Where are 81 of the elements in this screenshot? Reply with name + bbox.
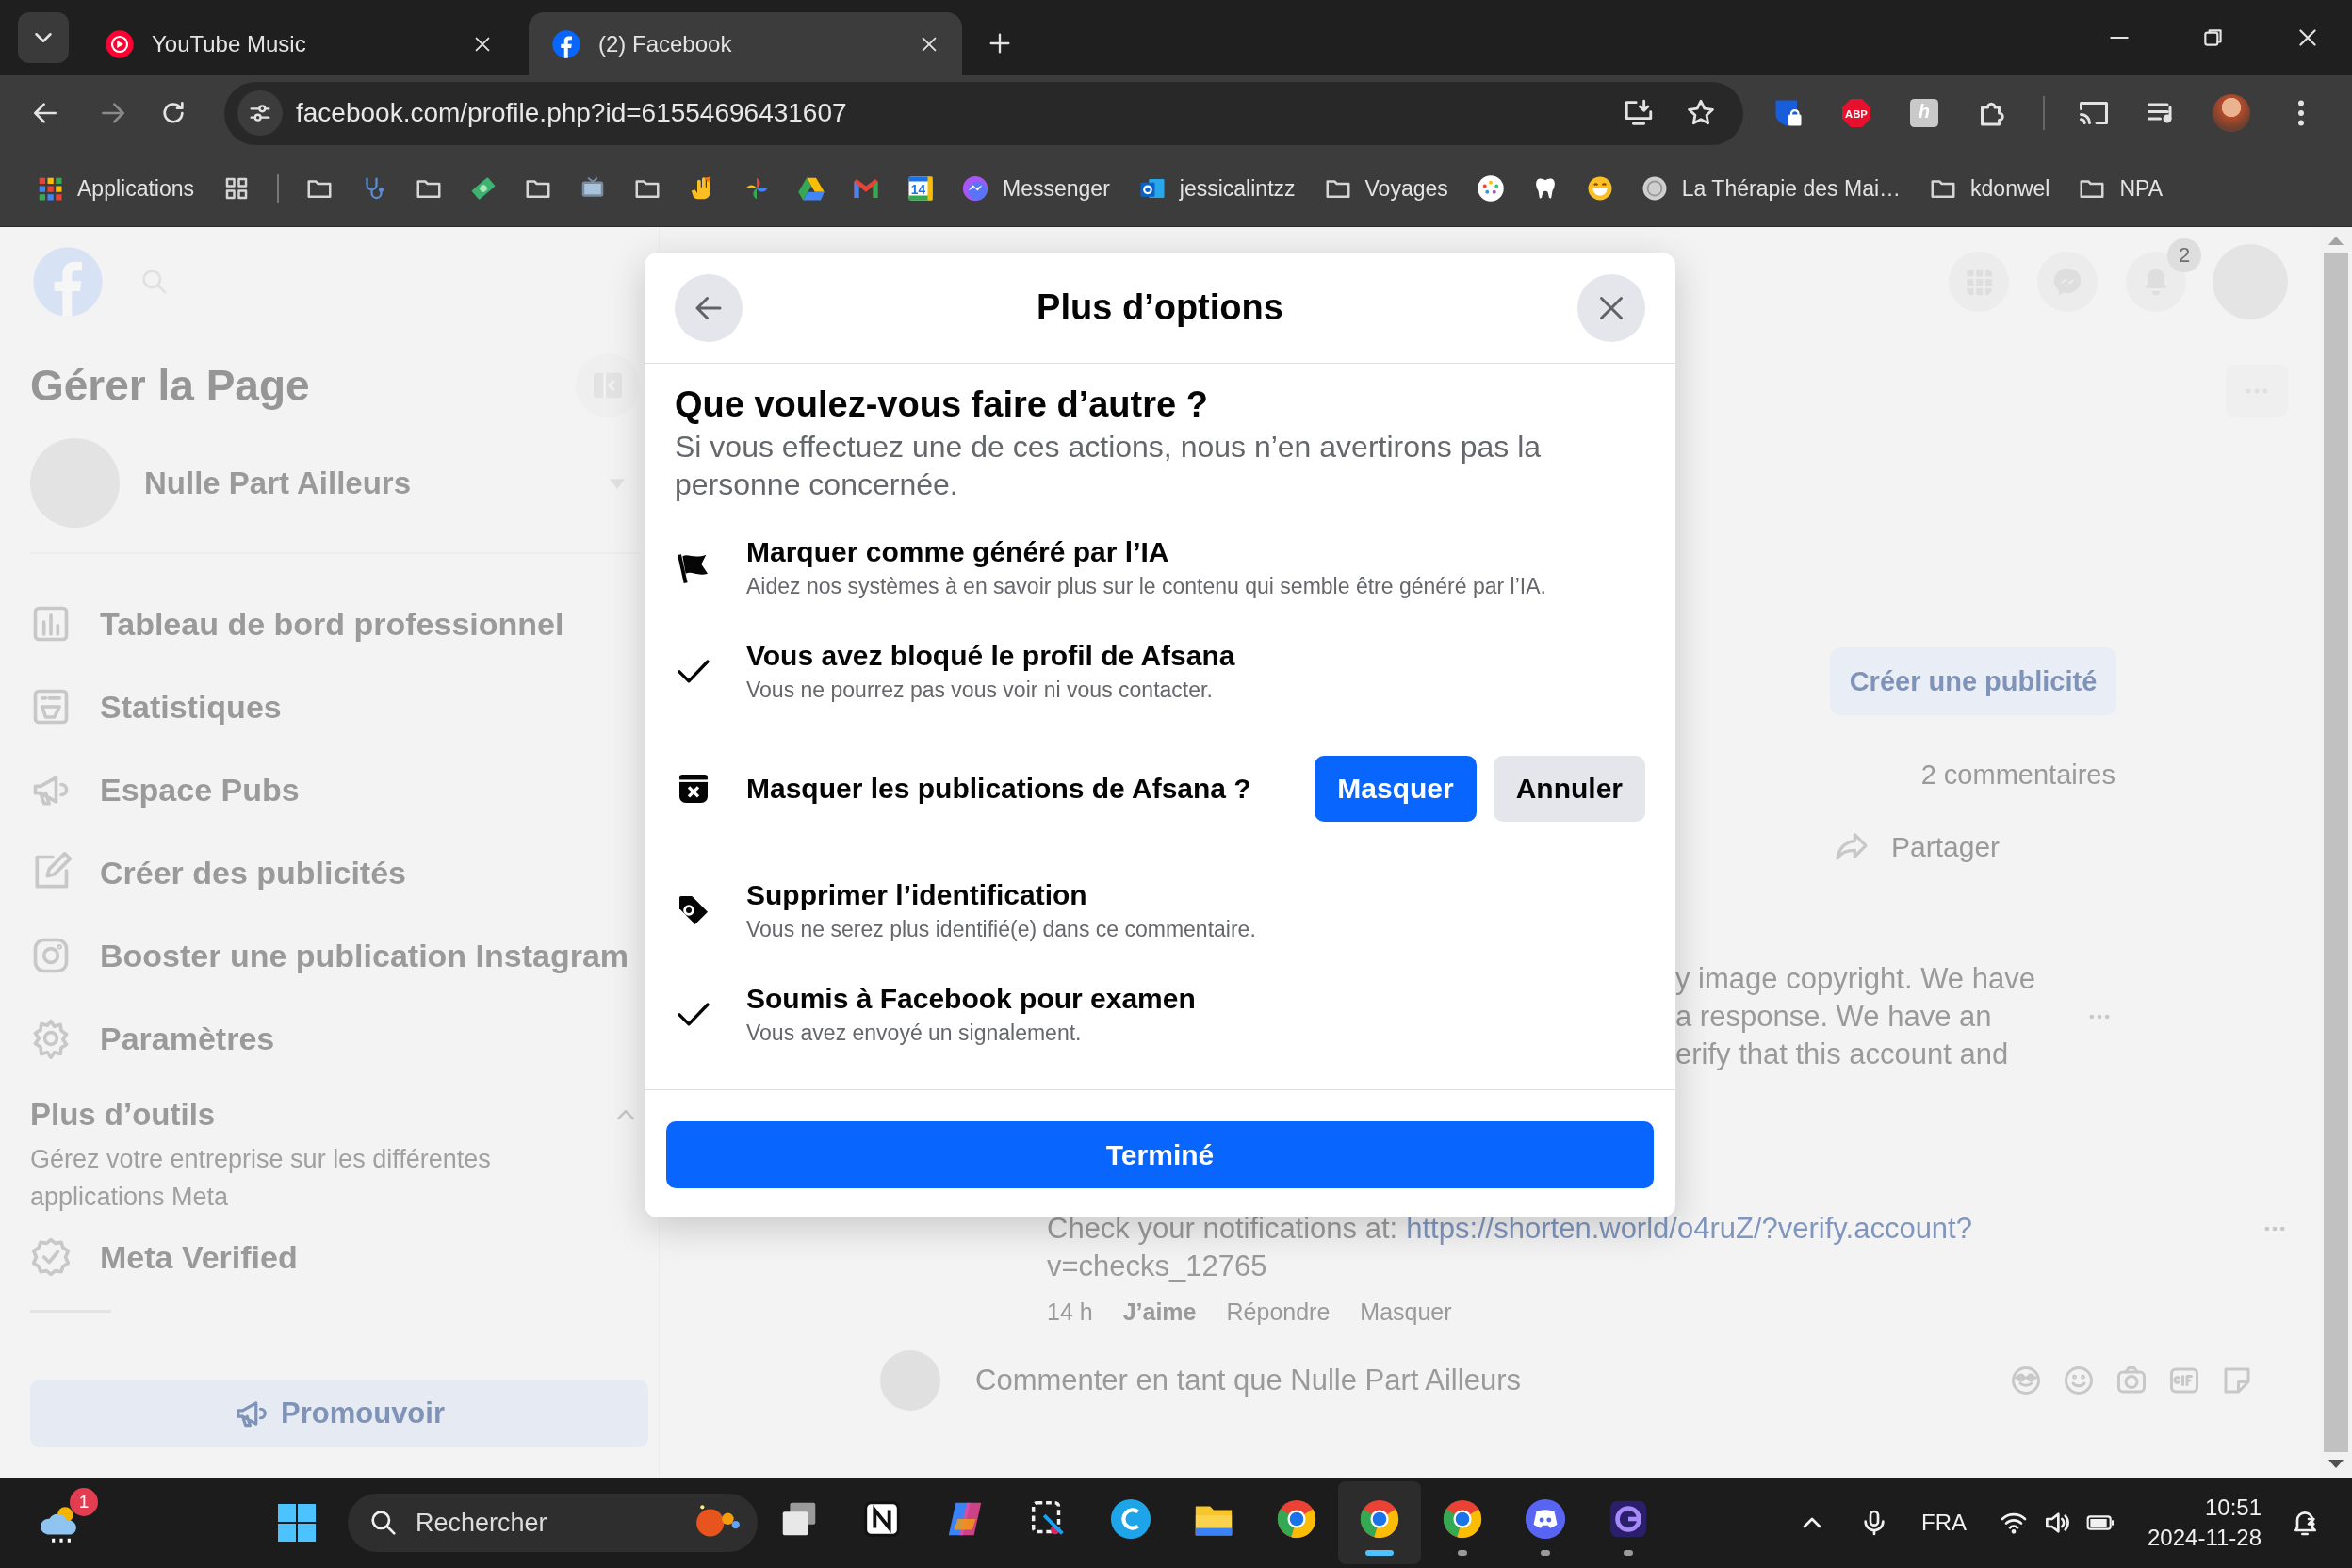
tab-title: YouTube Music	[152, 30, 307, 57]
create-ad-button[interactable]: Créer une publicité	[1830, 647, 2116, 715]
scrollbar-thumb[interactable]	[2324, 253, 2348, 1452]
comment-action[interactable]: J’aime	[1122, 1298, 1197, 1326]
notification-badge: 2	[2167, 238, 2201, 272]
sidebar-item[interactable]: Créer des publicités	[30, 831, 640, 914]
sidebar-item[interactable]: Espace Pubs	[30, 748, 640, 831]
comment-text: a response. We have an	[1675, 999, 1993, 1035]
address-bar[interactable]: facebook.com/profile.php?id=61554696431607	[224, 81, 1743, 145]
running-indicator	[1624, 1550, 1633, 1556]
chat-bubble-icon	[961, 174, 990, 203]
section-title: Plus d’outils	[30, 1097, 216, 1133]
running-indicator	[1458, 1550, 1467, 1556]
taskbar-button[interactable]	[1338, 1481, 1421, 1564]
sidebar-item[interactable]: Tableau de bord professionnel	[30, 582, 640, 665]
bookmark[interactable]: jessicalintzz	[1137, 174, 1296, 203]
bookmark[interactable]: La Thérapie des Mai…	[1640, 174, 1902, 203]
sidebar-item[interactable]: Booster une publication Instagram	[30, 914, 640, 997]
comment-action[interactable]: Répondre	[1226, 1298, 1331, 1326]
stop-sign-icon[interactable]: ABP	[1839, 96, 1873, 130]
share-button[interactable]: Partager	[1833, 828, 2001, 866]
page-heading: Gérer la Page	[30, 360, 310, 411]
comment-text: y image copyright. We have	[1675, 961, 2036, 997]
dialog-title: Plus d’options	[1037, 287, 1283, 328]
url-text: facebook.com/profile.php?id=61554696431607	[296, 98, 847, 128]
dialog-description: Si vous effectuez une de ces actions, nous n’en avertirons pas la personne concernée.	[675, 429, 1543, 503]
promote-button[interactable]: Promouvoir	[30, 1380, 648, 1447]
option-title: Marquer comme généré par l’IA	[746, 535, 1170, 569]
play-circle-icon	[105, 28, 135, 59]
sidebar-item[interactable]: Statistiques	[30, 665, 640, 748]
cancel-button[interactable]: Annuler	[1493, 756, 1645, 822]
verified-badge-icon	[30, 1236, 72, 1278]
bookmark[interactable]: Applications	[36, 174, 195, 203]
comment-text: Check your notifications at:	[1047, 1211, 1398, 1247]
browser-icon	[1275, 1497, 1318, 1541]
comment-link[interactable]: v=checks_12765	[1047, 1248, 1267, 1285]
comment-time: 14 h	[1047, 1298, 1093, 1326]
bookmark[interactable]: NPA	[2078, 174, 2164, 203]
bookmark[interactable]: Voyages	[1323, 174, 1448, 203]
search-icon	[368, 1508, 399, 1538]
option-description: Aidez nos systèmes à en savoir plus sur le contenu qui semble être généré par l’IA.	[746, 573, 1547, 600]
dialog-heading: Que voulez-vous faire d’autre ?	[675, 384, 1209, 426]
palette-icon[interactable]	[1476, 174, 1505, 203]
option-description: Vous ne pourrez pas vous voir ni vous contacter.	[746, 677, 1214, 704]
section-description: Gérez votre entreprise sur les différentes applications Meta	[30, 1144, 492, 1213]
facebook-icon	[551, 28, 581, 59]
clock-date[interactable]: 2024-11-28	[2148, 1523, 2262, 1553]
language-indicator[interactable]: FRA	[1921, 1510, 1967, 1536]
bookmark[interactable]: kdonwel	[1929, 174, 2050, 203]
comment-count[interactable]: 2 commentaires	[1920, 760, 2115, 791]
done-button[interactable]: Terminé	[666, 1121, 1654, 1188]
calendar-icon[interactable]: 14	[906, 174, 936, 203]
page-name[interactable]: Nulle Part Ailleurs	[144, 465, 412, 501]
bookmark[interactable]: Messenger	[961, 174, 1110, 203]
circle-logo-icon	[1109, 1497, 1152, 1541]
search-field[interactable]: Rechercher	[348, 1494, 758, 1552]
confirm-button[interactable]: Masquer	[1315, 756, 1477, 822]
clock-time[interactable]: 10:51	[2204, 1493, 2262, 1523]
browser-icon	[1441, 1497, 1484, 1541]
profile-avatar[interactable]	[2213, 94, 2250, 132]
scroll-down-icon[interactable]	[2328, 1460, 2344, 1468]
tab-search-button[interactable]	[18, 12, 69, 63]
active-indicator	[1365, 1550, 1394, 1556]
running-indicator	[1541, 1550, 1550, 1556]
comment-field[interactable]: Commenter en tant que Nulle Part Ailleurs	[975, 1364, 1521, 1397]
browser-icon	[1358, 1497, 1401, 1541]
browser-tab[interactable]: (2) Facebook	[529, 12, 962, 75]
browser-tab[interactable]: YouTube Music	[82, 12, 515, 75]
notification-badge: 1	[70, 1488, 98, 1516]
option-title: Soumis à Facebook pour examen	[746, 982, 1197, 1016]
option-description: Vous avez envoyé un signalement.	[746, 1020, 1083, 1047]
site-settings-icon[interactable]	[237, 90, 283, 136]
option-description: Vous ne serez plus identifié(e) dans ce commentaire.	[746, 916, 1257, 943]
tab-title: (2) Facebook	[598, 30, 733, 57]
sidebar-item[interactable]: Meta Verified	[30, 1216, 640, 1298]
option-title: Vous avez bloqué le profil de Afsana	[746, 639, 1236, 673]
option-title: Supprimer l’identification	[746, 878, 1088, 912]
comment-action[interactable]: Masquer	[1360, 1298, 1452, 1326]
sidebar-item[interactable]: Paramètres	[30, 997, 640, 1080]
option-title: Masquer les publications de Afsana ?	[746, 772, 1252, 806]
comment-text: erify that this account and	[1675, 1037, 2010, 1072]
